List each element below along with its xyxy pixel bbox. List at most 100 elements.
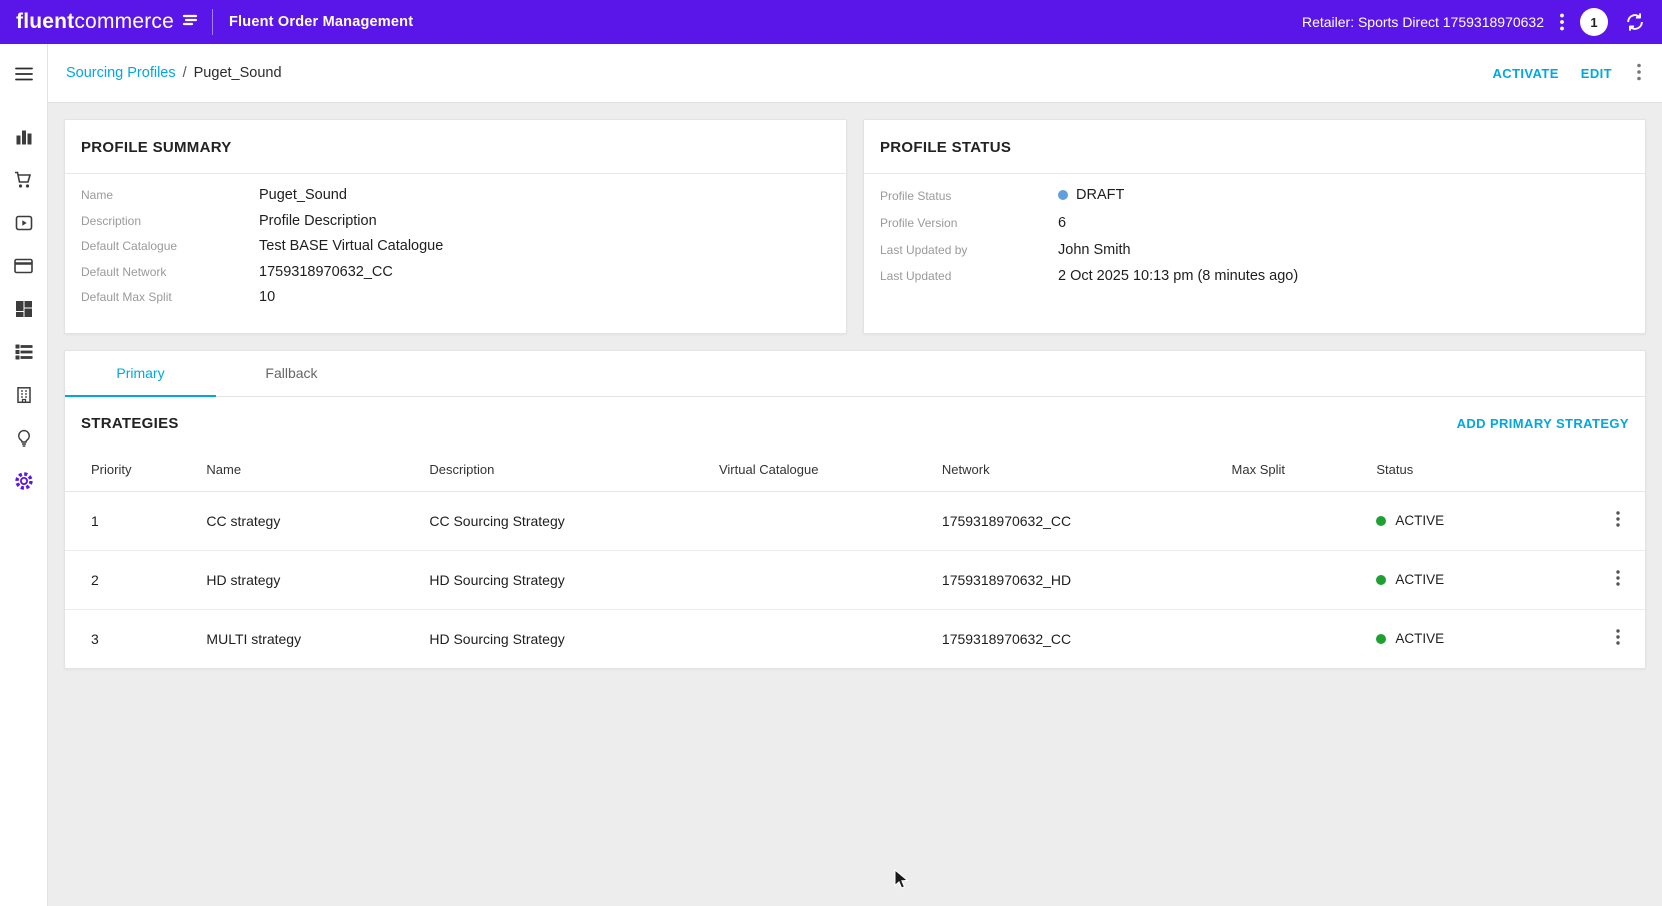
app-title: Fluent Order Management bbox=[229, 14, 413, 30]
profile-summary-card: PROFILE SUMMARY Name Puget_Sound Descrip… bbox=[64, 119, 847, 334]
field-description: Description Profile Description bbox=[81, 213, 830, 239]
field-value: John Smith bbox=[1058, 242, 1131, 258]
row-kebab-menu[interactable] bbox=[1613, 626, 1623, 651]
column-name: Name bbox=[198, 448, 421, 492]
column-priority: Priority bbox=[65, 448, 198, 492]
tab-bar: Primary Fallback bbox=[65, 351, 1645, 397]
edit-button[interactable]: EDIT bbox=[1581, 66, 1612, 81]
field-label: Last Updated by bbox=[880, 243, 1058, 257]
tab-fallback[interactable]: Fallback bbox=[216, 351, 367, 396]
field-label: Default Network bbox=[81, 265, 259, 279]
menu-icon[interactable] bbox=[0, 44, 47, 103]
field-value: Puget_Sound bbox=[259, 187, 347, 203]
breadcrumb-separator: / bbox=[183, 65, 187, 81]
activate-button[interactable]: ACTIVATE bbox=[1493, 66, 1559, 81]
field-default-catalogue: Default Catalogue Test BASE Virtual Cata… bbox=[81, 238, 830, 264]
row-kebab-menu[interactable] bbox=[1613, 567, 1623, 592]
field-value: DRAFT bbox=[1076, 187, 1124, 203]
field-label: Last Updated bbox=[880, 269, 1058, 283]
table-row[interactable]: 1 CC strategy CC Sourcing Strategy 17593… bbox=[65, 491, 1645, 550]
add-primary-strategy-button[interactable]: ADD PRIMARY STRATEGY bbox=[1457, 416, 1629, 431]
strategies-table: Priority Name Description Virtual Catalo… bbox=[65, 448, 1645, 669]
active-status-dot-icon bbox=[1376, 634, 1386, 644]
cell-description: HD Sourcing Strategy bbox=[421, 550, 711, 609]
cell-description: CC Sourcing Strategy bbox=[421, 491, 711, 550]
cell-virtual-catalogue bbox=[711, 609, 934, 668]
sidebar bbox=[0, 44, 48, 906]
column-status: Status bbox=[1368, 448, 1580, 492]
column-actions bbox=[1580, 448, 1645, 492]
field-value: 2 Oct 2025 10:13 pm (8 minutes ago) bbox=[1058, 268, 1298, 284]
refresh-icon[interactable] bbox=[1622, 9, 1648, 35]
brand-light: commerce bbox=[74, 10, 174, 33]
table-row[interactable]: 2 HD strategy HD Sourcing Strategy 17593… bbox=[65, 550, 1645, 609]
field-label: Default Max Split bbox=[81, 290, 259, 304]
cell-description: HD Sourcing Strategy bbox=[421, 609, 711, 668]
active-status-dot-icon bbox=[1376, 516, 1386, 526]
field-profile-status: Profile Status DRAFT bbox=[880, 187, 1629, 215]
content-area: PROFILE SUMMARY Name Puget_Sound Descrip… bbox=[48, 103, 1662, 906]
field-value: Profile Description bbox=[259, 213, 377, 229]
notification-badge[interactable]: 1 bbox=[1580, 8, 1608, 36]
cell-virtual-catalogue bbox=[711, 491, 934, 550]
card-icon[interactable] bbox=[0, 244, 48, 287]
field-label: Profile Status bbox=[880, 189, 1058, 203]
field-label: Description bbox=[81, 214, 259, 228]
cell-network: 1759318970632_CC bbox=[934, 491, 1224, 550]
field-label: Name bbox=[81, 188, 259, 202]
bar-chart-icon[interactable] bbox=[0, 115, 48, 158]
strategies-card: Primary Fallback STRATEGIES ADD PRIMARY … bbox=[64, 350, 1646, 670]
cell-name: CC strategy bbox=[198, 491, 421, 550]
building-icon[interactable] bbox=[0, 373, 48, 416]
brand-logo: fluentcommerce bbox=[16, 10, 198, 34]
table-row[interactable]: 3 MULTI strategy HD Sourcing Strategy 17… bbox=[65, 609, 1645, 668]
profile-summary-title: PROFILE SUMMARY bbox=[81, 139, 232, 156]
field-default-network: Default Network 1759318970632_CC bbox=[81, 264, 830, 290]
topbar-divider bbox=[212, 9, 213, 35]
field-last-updated-by: Last Updated by John Smith bbox=[880, 242, 1629, 268]
cell-max-split bbox=[1224, 609, 1369, 668]
breadcrumb-current: Puget_Sound bbox=[194, 65, 282, 81]
cart-icon[interactable] bbox=[0, 158, 48, 201]
column-max-split: Max Split bbox=[1224, 448, 1369, 492]
page-header: Sourcing Profiles / Puget_Sound ACTIVATE… bbox=[48, 44, 1662, 103]
bulb-icon[interactable] bbox=[0, 416, 48, 459]
brand-name: fluentcommerce bbox=[16, 10, 174, 34]
page-kebab-menu[interactable] bbox=[1634, 60, 1644, 87]
tab-primary[interactable]: Primary bbox=[65, 351, 216, 396]
field-name: Name Puget_Sound bbox=[81, 187, 830, 213]
field-profile-version: Profile Version 6 bbox=[880, 215, 1629, 242]
mouse-cursor bbox=[894, 869, 910, 896]
field-value: 6 bbox=[1058, 215, 1066, 231]
cell-name: MULTI strategy bbox=[198, 609, 421, 668]
list-icon[interactable] bbox=[0, 330, 48, 373]
field-label: Default Catalogue bbox=[81, 239, 259, 253]
cell-priority: 3 bbox=[65, 609, 198, 668]
topbar: fluentcommerce Fluent Order Management R… bbox=[0, 0, 1662, 44]
brand-bold: fluent bbox=[16, 10, 74, 33]
cell-max-split bbox=[1224, 550, 1369, 609]
fluent-logo-icon bbox=[182, 13, 198, 32]
status-badge: ACTIVE bbox=[1395, 631, 1444, 646]
field-label: Profile Version bbox=[880, 216, 1058, 230]
status-badge: ACTIVE bbox=[1395, 513, 1444, 528]
cell-virtual-catalogue bbox=[711, 550, 934, 609]
breadcrumb-sourcing-profiles-link[interactable]: Sourcing Profiles bbox=[66, 65, 176, 81]
field-value: Test BASE Virtual Catalogue bbox=[259, 238, 443, 254]
dashboard-icon[interactable] bbox=[0, 287, 48, 330]
play-box-icon[interactable] bbox=[0, 201, 48, 244]
row-kebab-menu[interactable] bbox=[1613, 508, 1623, 533]
field-value: 10 bbox=[259, 289, 275, 305]
cell-network: 1759318970632_CC bbox=[934, 609, 1224, 668]
retailer-label: Retailer: Sports Direct 1759318970632 bbox=[1302, 14, 1544, 30]
profile-status-card: PROFILE STATUS Profile Status DRAFT Prof… bbox=[863, 119, 1646, 334]
table-header-row: Priority Name Description Virtual Catalo… bbox=[65, 448, 1645, 492]
column-virtual-catalogue: Virtual Catalogue bbox=[711, 448, 934, 492]
active-status-dot-icon bbox=[1376, 575, 1386, 585]
cell-max-split bbox=[1224, 491, 1369, 550]
field-value: 1759318970632_CC bbox=[259, 264, 393, 280]
topbar-kebab-menu[interactable] bbox=[1558, 11, 1566, 33]
gear-settings-icon[interactable] bbox=[0, 459, 48, 502]
strategies-title: STRATEGIES bbox=[81, 415, 179, 432]
cell-name: HD strategy bbox=[198, 550, 421, 609]
